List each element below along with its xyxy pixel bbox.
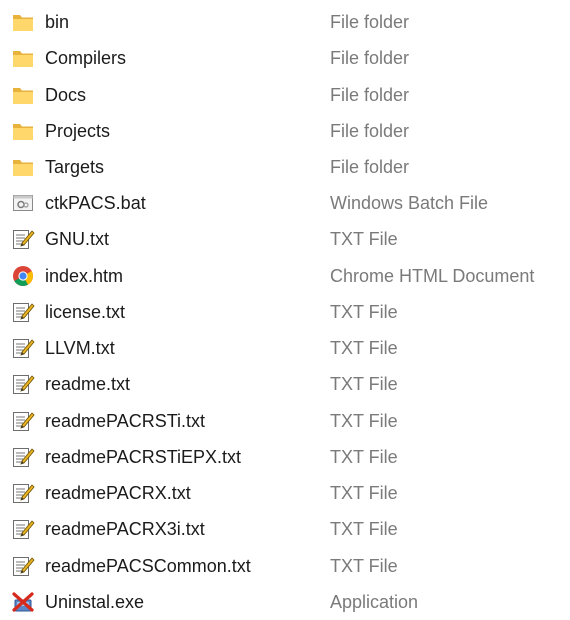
file-name: Docs <box>45 85 87 105</box>
text-file-icon <box>11 301 35 323</box>
file-type: File folder <box>330 157 410 177</box>
file-type: Windows Batch File <box>330 193 489 213</box>
text-file-icon <box>11 555 35 577</box>
file-name: bin <box>45 12 70 32</box>
file-name: readmePACSCommon.txt <box>45 556 251 576</box>
file-row-docs[interactable]: Docs File folder <box>0 77 570 113</box>
file-row-ctkpacs-bat[interactable]: ctkPACS.bat Windows Batch File <box>0 185 570 221</box>
chrome-icon <box>11 265 35 287</box>
file-name: GNU.txt <box>45 229 110 249</box>
file-name: readme.txt <box>45 374 131 394</box>
text-file-icon <box>11 446 35 468</box>
file-name: readmePACRX.txt <box>45 483 191 503</box>
file-type: Chrome HTML Document <box>330 266 535 286</box>
file-type: TXT File <box>330 338 398 358</box>
file-type: File folder <box>330 85 410 105</box>
text-file-icon <box>11 410 35 432</box>
file-row-llvm-txt[interactable]: LLVM.txt TXT File <box>0 330 570 366</box>
file-name: Projects <box>45 121 111 141</box>
file-type: File folder <box>330 48 410 68</box>
folder-icon <box>11 120 35 142</box>
file-name: ctkPACS.bat <box>45 193 146 213</box>
folder-icon <box>11 11 35 33</box>
file-type: TXT File <box>330 519 398 539</box>
file-row-readmepacrx-txt[interactable]: readmePACRX.txt TXT File <box>0 475 570 511</box>
file-name: Uninstal.exe <box>45 592 145 612</box>
text-file-icon <box>11 228 35 250</box>
file-row-index-htm[interactable]: index.htm Chrome HTML Document <box>0 258 570 294</box>
file-row-gnu-txt[interactable]: GNU.txt TXT File <box>0 221 570 257</box>
file-row-readmepacrx3i-txt[interactable]: readmePACRX3i.txt TXT File <box>0 511 570 547</box>
file-type: TXT File <box>330 447 398 467</box>
folder-icon <box>11 47 35 69</box>
file-row-compilers[interactable]: Compilers File folder <box>0 40 570 76</box>
file-name: readmePACRSTiEPX.txt <box>45 447 242 467</box>
file-row-license-txt[interactable]: license.txt TXT File <box>0 294 570 330</box>
text-file-icon <box>11 373 35 395</box>
file-type: File folder <box>330 121 410 141</box>
file-name: readmePACRSTi.txt <box>45 411 206 431</box>
file-row-uninstal-exe[interactable]: Uninstal.exe Application <box>0 584 570 620</box>
file-row-readme-txt[interactable]: readme.txt TXT File <box>0 366 570 402</box>
file-type: File folder <box>330 12 410 32</box>
batch-file-icon <box>11 192 35 214</box>
file-list: bin File folder Compilers File folder Do… <box>0 0 570 618</box>
folder-icon <box>11 156 35 178</box>
file-row-targets[interactable]: Targets File folder <box>0 149 570 185</box>
file-type: TXT File <box>330 483 398 503</box>
file-name: Targets <box>45 157 105 177</box>
file-type: TXT File <box>330 411 398 431</box>
uninstaller-app-icon <box>11 591 35 613</box>
text-file-icon <box>11 482 35 504</box>
file-row-readmepacscommon-txt[interactable]: readmePACSCommon.txt TXT File <box>0 548 570 584</box>
file-name: readmePACRX3i.txt <box>45 519 205 539</box>
file-type: TXT File <box>330 374 398 394</box>
file-row-projects[interactable]: Projects File folder <box>0 113 570 149</box>
file-name: LLVM.txt <box>45 338 115 358</box>
file-row-readmepacrstiepx-txt[interactable]: readmePACRSTiEPX.txt TXT File <box>0 439 570 475</box>
folder-icon <box>11 84 35 106</box>
file-name: license.txt <box>45 302 126 322</box>
file-row-bin[interactable]: bin File folder <box>0 4 570 40</box>
file-type: TXT File <box>330 229 398 249</box>
text-file-icon <box>11 337 35 359</box>
file-name: index.htm <box>45 266 124 286</box>
file-type: Application <box>330 592 419 612</box>
file-type: TXT File <box>330 556 398 576</box>
file-row-readmepacrsti-txt[interactable]: readmePACRSTi.txt TXT File <box>0 403 570 439</box>
text-file-icon <box>11 518 35 540</box>
file-type: TXT File <box>330 302 398 322</box>
file-name: Compilers <box>45 48 127 68</box>
